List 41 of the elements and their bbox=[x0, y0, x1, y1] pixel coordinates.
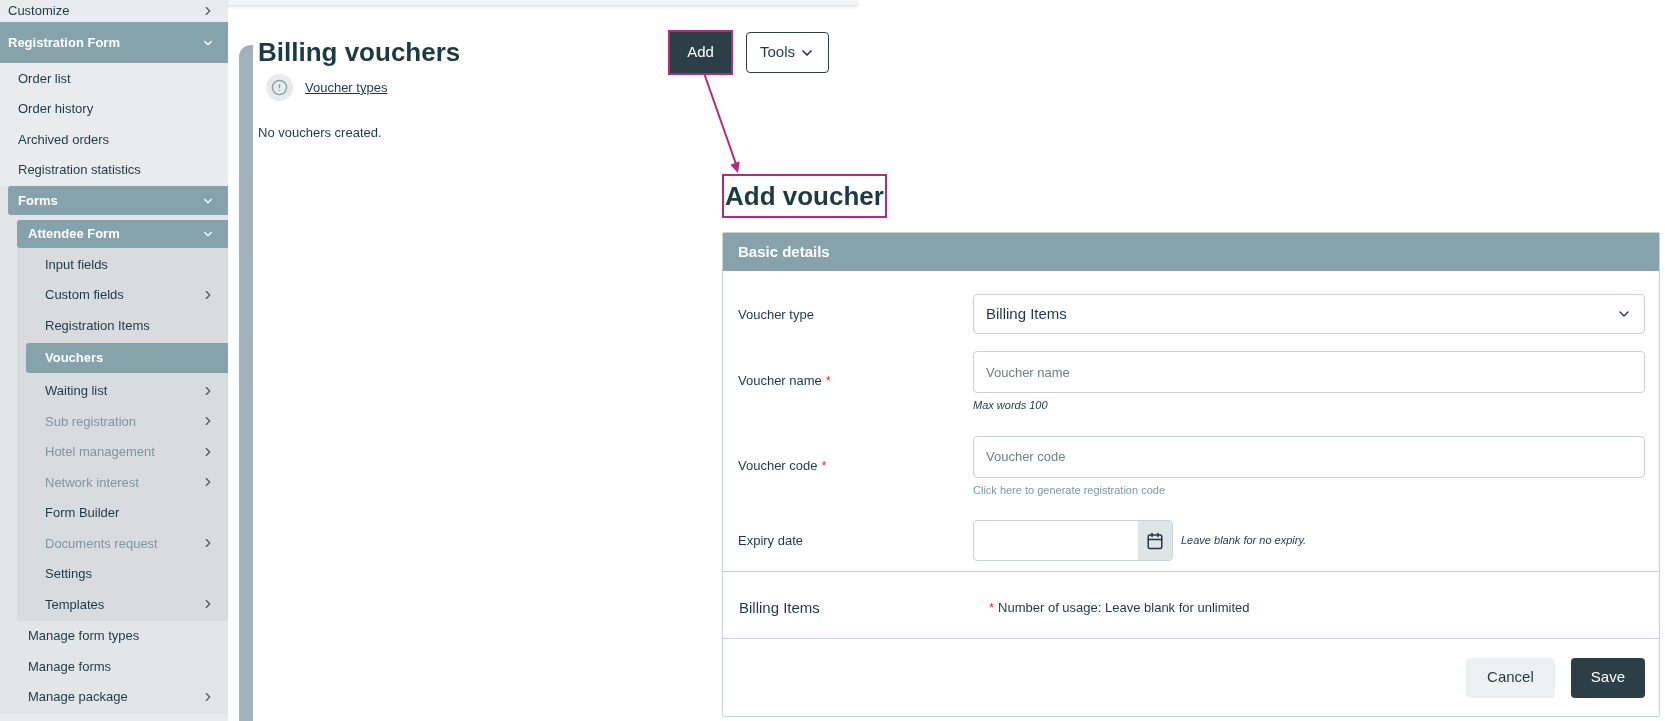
sidebar-item[interactable]: Manage forms bbox=[0, 651, 228, 682]
sidebar-item[interactable]: Archived orders bbox=[0, 124, 228, 155]
sidebar-item[interactable]: Form Builder bbox=[26, 497, 228, 528]
info-icon bbox=[266, 74, 293, 101]
sidebar-item[interactable]: Order list bbox=[0, 63, 228, 94]
field-label: Voucher type bbox=[738, 305, 814, 324]
billing-items-heading: Billing Items bbox=[738, 597, 821, 618]
sidebar-item[interactable]: Manage form types bbox=[0, 620, 228, 651]
sidebar-item[interactable]: Waiting list bbox=[26, 375, 228, 406]
date-field[interactable] bbox=[973, 520, 1173, 561]
usage-note: Number of usage: Leave blank for unlimited bbox=[998, 599, 1250, 618]
sidebar-item[interactable]: Settings bbox=[26, 558, 228, 589]
sidebar-item[interactable]: Registration Items bbox=[26, 310, 228, 341]
field-label: Voucher name bbox=[738, 372, 822, 391]
calendar-icon[interactable] bbox=[1138, 521, 1172, 560]
sidebar-item[interactable]: Customize bbox=[0, 0, 228, 22]
cancel-button[interactable]: Cancel bbox=[1466, 657, 1555, 698]
sidebar-item[interactable]: Order history bbox=[0, 93, 228, 124]
required-mark: * bbox=[821, 456, 827, 475]
field-label: Voucher code bbox=[738, 456, 818, 475]
text-field[interactable]: Voucher code bbox=[973, 435, 1645, 478]
page-title: Billing vouchers bbox=[258, 36, 461, 69]
field-label: Expiry date bbox=[738, 531, 804, 550]
sidebar-item[interactable]: Custom fields bbox=[26, 279, 228, 310]
sidebar-item[interactable]: Manage package bbox=[0, 681, 228, 712]
voucher-type-select[interactable]: Billing Items bbox=[973, 294, 1645, 334]
required-mark: * bbox=[989, 599, 995, 618]
sidebar-item[interactable]: Input fields bbox=[26, 249, 228, 280]
sidebar-item[interactable]: Registration statistics bbox=[0, 154, 228, 185]
expiry-note: Leave blank for no expiry. bbox=[1181, 533, 1307, 549]
tools-dropdown[interactable]: Tools bbox=[745, 32, 829, 73]
voucher-types-link[interactable]: Voucher types bbox=[305, 77, 388, 98]
text-field[interactable]: Voucher name bbox=[973, 351, 1645, 393]
form-title: Add voucher bbox=[722, 174, 887, 218]
add-button[interactable]: Add bbox=[670, 32, 731, 73]
card-header: Basic details bbox=[723, 233, 1659, 271]
empty-message: No vouchers created. bbox=[258, 124, 383, 142]
save-button[interactable]: Save bbox=[1570, 657, 1645, 698]
required-mark: * bbox=[825, 372, 831, 391]
sidebar-item[interactable]: Templates bbox=[26, 589, 228, 620]
field-hint: Max words 100 bbox=[973, 398, 1049, 413]
